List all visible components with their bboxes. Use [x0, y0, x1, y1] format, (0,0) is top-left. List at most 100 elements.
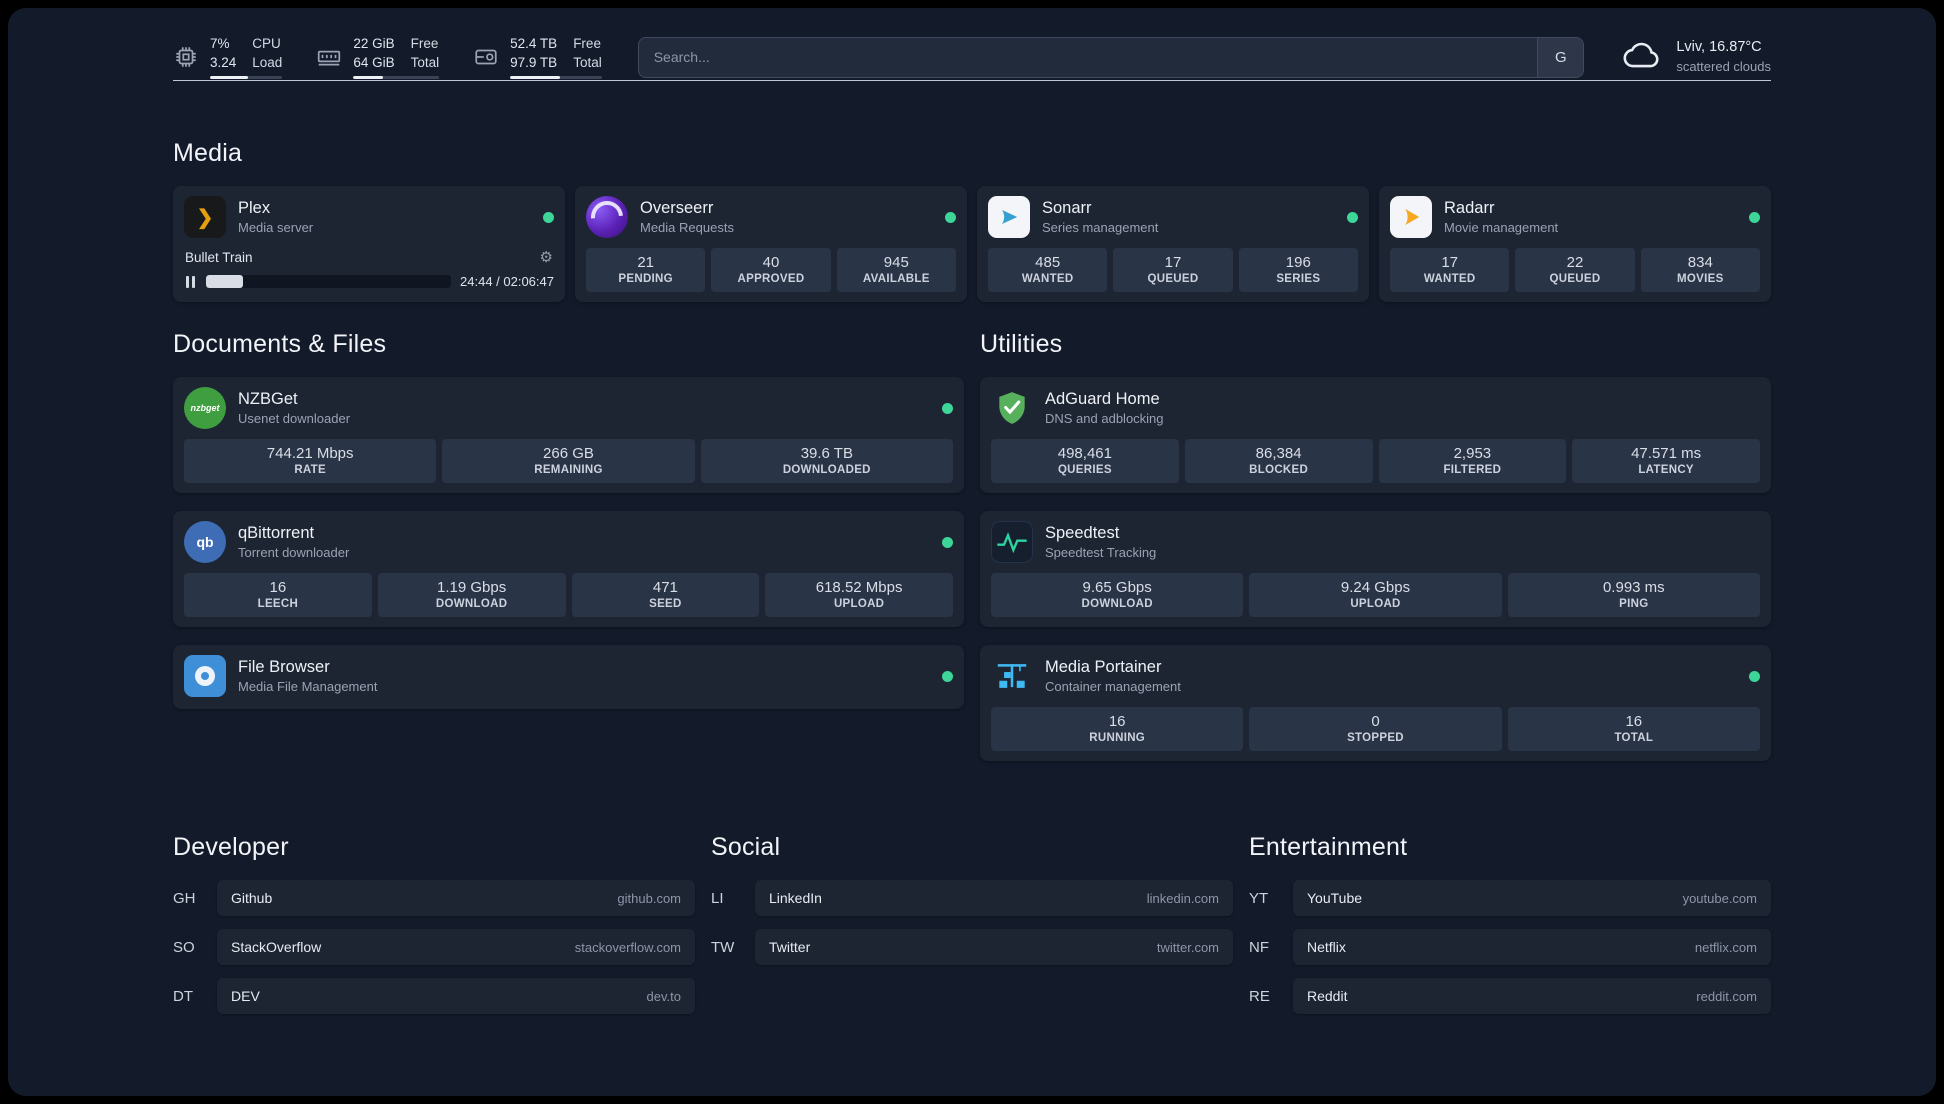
plex-now-playing: Bullet Train ⚙ 24:44 / 02:06:47 [184, 246, 554, 289]
service-card-qbittorrent[interactable]: qb qBittorrent Torrent downloader 16 LEE… [173, 511, 964, 627]
bookmark-url: reddit.com [1696, 988, 1757, 1004]
dashboard: 7% 3.24 CPU Load 22 GiB 64 GiB Free Tota… [8, 8, 1936, 1096]
settings-gear-icon[interactable]: ⚙ [540, 248, 553, 266]
adguard-shield-icon [991, 387, 1033, 429]
service-subtitle: Media server [238, 220, 314, 235]
stat-downloaded: 39.6 TB DOWNLOADED [700, 439, 953, 483]
bookmark-youtube[interactable]: YT YouTube youtube.com [1249, 880, 1771, 916]
stat-download: 1.19 Gbps DOWNLOAD [377, 573, 566, 617]
bookmark-reddit[interactable]: RE Reddit reddit.com [1249, 978, 1771, 1014]
stat-queries: 498,461 QUERIES [991, 439, 1179, 483]
cpu-widget: 7% 3.24 CPU Load [173, 35, 283, 79]
stat-stopped: 0 STOPPED [1249, 707, 1502, 751]
bookmark-abbr: GH [173, 889, 196, 907]
memory-free: 22 GiB [353, 36, 395, 52]
memory-icon [316, 44, 342, 70]
bookmarks-entertainment: Entertainment YT YouTube youtube.com NF … [1249, 833, 1771, 1027]
status-dot [945, 211, 956, 223]
media-section-title: Media [173, 139, 243, 167]
bookmark-name: Github [231, 890, 273, 906]
service-name: Radarr [1444, 199, 1495, 217]
bookmark-name: StackOverflow [231, 939, 322, 955]
playback-progress-bar[interactable] [206, 275, 452, 288]
stat-pending: 21 PENDING [586, 248, 706, 292]
bookmark-abbr: RE [1249, 987, 1270, 1005]
now-playing-title: Bullet Train [185, 249, 253, 265]
search-provider-button[interactable]: G [1537, 37, 1584, 77]
stat-movies: 834 MOVIES [1640, 248, 1760, 292]
bookmark-abbr: DT [173, 987, 193, 1005]
bookmark-dev[interactable]: DT DEV dev.to [173, 978, 695, 1014]
service-card-filebrowser[interactable]: File Browser Media File Management [173, 645, 964, 709]
sonarr-icon [988, 196, 1030, 238]
cpu-usage: 7% [210, 36, 230, 52]
memory-values: 22 GiB 64 GiB [353, 35, 394, 71]
status-dot [942, 536, 953, 548]
memory-widget: 22 GiB 64 GiB Free Total [316, 35, 440, 79]
memory-bar [353, 75, 440, 79]
radarr-icon [1390, 196, 1432, 238]
bookmark-url: dev.to [646, 988, 681, 1004]
stat-running: 16 RUNNING [991, 707, 1244, 751]
status-dot [543, 211, 554, 223]
bookmark-name: LinkedIn [769, 890, 822, 906]
documents-section-title: Documents & Files [173, 330, 387, 358]
bookmark-url: github.com [617, 890, 681, 906]
bookmark-github[interactable]: GH Github github.com [173, 880, 695, 916]
bookmark-netflix[interactable]: NF Netflix netflix.com [1249, 929, 1771, 965]
disk-widget: 52.4 TB 97.9 TB Free Total [473, 35, 602, 79]
stat-ping: 0.993 ms PING [1507, 573, 1760, 617]
weather-condition: scattered clouds [1676, 59, 1771, 75]
total-label: Total [573, 54, 602, 70]
service-name: Speedtest [1045, 524, 1120, 542]
service-name: qBittorrent [238, 524, 315, 542]
social-section-title: Social [711, 833, 781, 861]
search-input[interactable] [638, 49, 1538, 65]
speedtest-icon [991, 521, 1033, 563]
filebrowser-icon [184, 655, 226, 697]
cpu-label: CPU [252, 36, 281, 52]
status-dot [1749, 211, 1760, 223]
service-card-sonarr[interactable]: Sonarr Series management 485 WANTED 17 Q… [977, 186, 1369, 302]
service-card-radarr[interactable]: Radarr Movie management 17 WANTED 22 QUE… [1379, 186, 1771, 302]
service-subtitle: DNS and adblocking [1045, 411, 1164, 426]
service-card-adguard[interactable]: AdGuard Home DNS and adblocking 498,461 … [980, 377, 1771, 493]
bookmark-linkedin[interactable]: LI LinkedIn linkedin.com [711, 880, 1233, 916]
disk-free: 52.4 TB [510, 36, 558, 52]
bookmark-twitter[interactable]: TW Twitter twitter.com [711, 929, 1233, 965]
stat-queued: 17 QUEUED [1113, 248, 1233, 292]
header-divider [173, 80, 1771, 81]
bookmark-url: youtube.com [1682, 890, 1757, 906]
bookmark-name: YouTube [1307, 890, 1363, 906]
service-card-portainer[interactable]: Media Portainer Container management 16 … [980, 645, 1771, 761]
service-name: Sonarr [1042, 199, 1092, 217]
disk-bar [510, 75, 602, 79]
stat-upload: 618.52 Mbps UPLOAD [765, 573, 953, 617]
stat-rate: 744.21 Mbps RATE [184, 439, 437, 483]
service-card-overseerr[interactable]: Overseerr Media Requests 21 PENDING 40 A… [575, 186, 967, 302]
stat-wanted: 485 WANTED [988, 248, 1108, 292]
stat-leech: 16 LEECH [184, 573, 372, 617]
cpu-bar [210, 75, 283, 79]
total-label: Total [410, 54, 440, 70]
cpu-values: 7% 3.24 [210, 35, 236, 71]
playback-time: 24:44 / 02:06:47 [460, 274, 554, 289]
bookmarks-developer: Developer GH Github github.com SO StackO… [173, 833, 695, 1027]
service-name: File Browser [238, 658, 330, 676]
service-name: Media Portainer [1045, 658, 1162, 676]
stat-seed: 471 SEED [571, 573, 760, 617]
section-media: Media ❯ Plex Media server Bullet Train ⚙ [173, 139, 1771, 302]
bookmark-abbr: SO [173, 938, 195, 956]
pause-icon[interactable] [184, 275, 197, 288]
service-name: Plex [238, 199, 271, 217]
bookmark-name: Reddit [1307, 988, 1348, 1004]
section-utilities: Utilities AdGuard Home DNS and adblockin… [980, 330, 1771, 779]
service-card-nzbget[interactable]: nzbget NZBGet Usenet downloader 744.21 M… [173, 377, 964, 493]
stat-total: 16 TOTAL [1507, 707, 1760, 751]
service-card-speedtest[interactable]: Speedtest Speedtest Tracking 9.65 Gbps D… [980, 511, 1771, 627]
service-card-plex[interactable]: ❯ Plex Media server Bullet Train ⚙ 24:44… [173, 186, 565, 302]
service-subtitle: Series management [1042, 220, 1159, 235]
bookmark-url: twitter.com [1156, 939, 1219, 955]
bookmark-stackoverflow[interactable]: SO StackOverflow stackoverflow.com [173, 929, 695, 965]
stat-download: 9.65 Gbps DOWNLOAD [991, 573, 1244, 617]
